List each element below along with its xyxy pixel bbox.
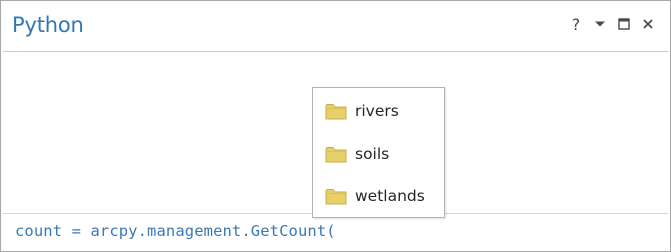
autocomplete-item-wetlands[interactable]: wetlands <box>313 177 444 215</box>
python-input-area[interactable]: count = arcpy.management.GetCount( <box>3 214 668 249</box>
autocomplete-item-label: soils <box>355 145 390 163</box>
folder-icon <box>325 104 347 120</box>
code-input-line[interactable]: count = arcpy.management.GetCount( <box>15 222 336 240</box>
help-button[interactable]: ? <box>564 13 588 35</box>
folder-icon <box>325 147 347 163</box>
folder-icon <box>325 189 347 205</box>
window-controls: ? <box>564 13 660 35</box>
autocomplete-item-rivers[interactable]: rivers <box>313 92 444 130</box>
autocomplete-item-soils[interactable]: soils <box>313 135 444 173</box>
close-button[interactable] <box>636 13 660 35</box>
window-title: Python <box>12 13 84 37</box>
maximize-button[interactable] <box>612 13 636 35</box>
autocomplete-item-label: wetlands <box>355 187 425 205</box>
title-bar: Python ? <box>3 3 668 49</box>
autocomplete-list: rivers soils wetlands <box>312 87 445 218</box>
close-icon <box>643 19 653 29</box>
maximize-icon <box>618 18 630 30</box>
autocomplete-item-label: rivers <box>355 102 399 120</box>
chevron-down-icon <box>595 21 605 27</box>
window-menu-button[interactable] <box>588 13 612 35</box>
